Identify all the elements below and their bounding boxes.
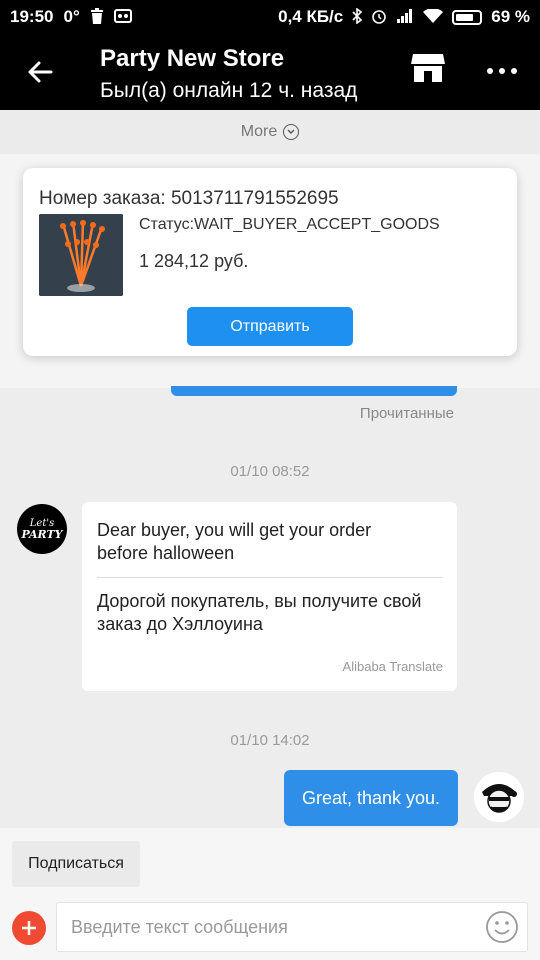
message-translated-text: Дорогой покупатель, вы получите свой зак… xyxy=(97,591,422,634)
chevron-down-circle-icon xyxy=(283,124,300,140)
trash-icon xyxy=(90,7,104,27)
attach-button[interactable] xyxy=(12,911,46,945)
chat-header: Party New Store Был(а) онлайн 12 ч. наза… xyxy=(0,34,540,110)
order-status: Статус:WAIT_BUYER_ACCEPT_GOODS xyxy=(139,216,440,233)
store-icon xyxy=(411,54,445,82)
translation-divider xyxy=(97,577,443,578)
smiley-icon xyxy=(486,911,518,943)
avatar-text-line1: Let's xyxy=(29,517,55,529)
plus-icon xyxy=(22,921,36,935)
order-number: Номер заказа: 5013711791552695 xyxy=(39,188,339,209)
signal-icon xyxy=(396,8,414,26)
message-original-text: Dear buyer, you will get your order befo… xyxy=(97,520,372,563)
read-receipt: Прочитанные xyxy=(359,405,454,422)
outgoing-message-bubble[interactable]: Great, thank you. xyxy=(284,770,458,826)
product-image[interactable] xyxy=(39,214,123,296)
bluetooth-icon xyxy=(352,6,363,27)
message-timestamp: 01/10 08:52 xyxy=(230,463,310,480)
send-order-button[interactable]: Отправить xyxy=(187,307,353,346)
subscribe-button[interactable]: Подписаться xyxy=(12,841,140,887)
order-card[interactable]: Номер заказа: 5013711791552695 Статус:WA… xyxy=(23,168,517,356)
page-title: Party New Store xyxy=(100,45,285,72)
previous-message-bubble xyxy=(171,386,457,396)
alarm-icon xyxy=(371,8,387,27)
more-options-button[interactable] xyxy=(482,56,522,86)
avatar-text-line2: PARTY xyxy=(21,527,63,541)
back-button[interactable] xyxy=(18,50,62,94)
more-label: More xyxy=(240,123,278,140)
status-time: 19:50 xyxy=(10,7,54,26)
battery-percent: 69 % xyxy=(491,7,530,26)
message-timestamp: 01/10 14:02 xyxy=(230,732,310,749)
more-dots-icon xyxy=(487,68,493,74)
battery-icon xyxy=(452,9,483,25)
wifi-icon xyxy=(423,7,444,26)
more-toggle[interactable]: More xyxy=(0,110,540,154)
store-button[interactable] xyxy=(410,52,450,92)
translation-credit: Alibaba Translate xyxy=(342,659,443,674)
online-status: Был(а) онлайн 12 ч. назад xyxy=(100,79,358,102)
status-bar: 19:50 0° 0,4 КБ/с 69 % xyxy=(0,0,540,34)
back-arrow-icon xyxy=(28,61,53,83)
user-avatar[interactable] xyxy=(474,772,524,822)
message-input[interactable] xyxy=(71,903,471,951)
voicemail-icon xyxy=(113,8,132,26)
incoming-message-bubble[interactable]: Dear buyer, you will get your order befo… xyxy=(82,502,457,691)
store-avatar[interactable]: Let's PARTY xyxy=(17,504,67,554)
network-speed: 0,4 КБ/с xyxy=(278,7,344,26)
message-input-container xyxy=(56,902,528,952)
emoji-button[interactable] xyxy=(485,910,519,944)
status-temperature: 0° xyxy=(63,7,80,26)
order-price: 1 284,12 руб. xyxy=(139,251,249,271)
